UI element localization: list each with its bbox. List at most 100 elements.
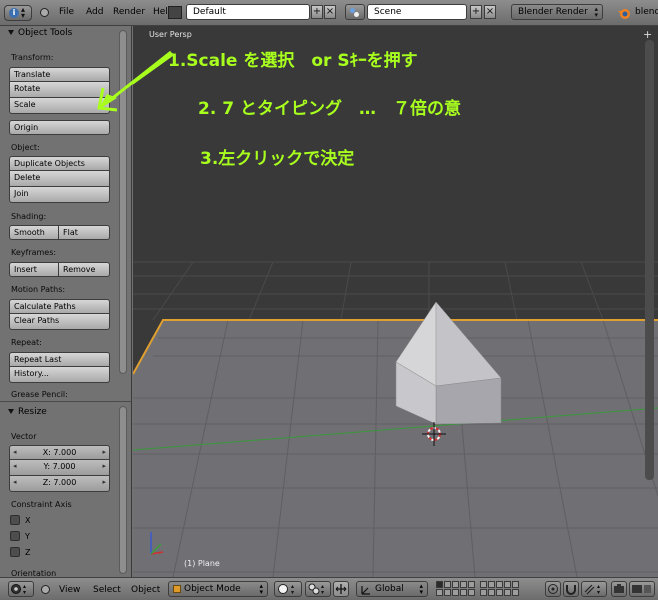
insert-keyframe-button[interactable]: Insert	[9, 262, 59, 277]
scale-x-value: X: 7.000	[42, 448, 77, 457]
render-button[interactable]	[611, 581, 627, 597]
constraint-y-label: Y	[25, 532, 30, 541]
remove-scene-button[interactable]: ×	[484, 5, 496, 19]
viewport-scroll-region	[645, 40, 654, 480]
object-tools-title: Object Tools	[18, 28, 73, 38]
manipulator-icon	[335, 584, 347, 594]
opengl-render-button[interactable]	[629, 581, 655, 597]
snap-increment-icon: ▴▾	[584, 583, 600, 596]
smooth-button[interactable]: Smooth	[9, 225, 59, 240]
chevron-updown-icon: ▴ ▾	[259, 582, 263, 596]
collapse-menus-button[interactable]	[41, 585, 50, 594]
blender-logo-icon	[618, 9, 630, 19]
interaction-mode-value: Object Mode	[184, 584, 241, 594]
transform-orientation-select[interactable]: Global ▴ ▾	[356, 581, 428, 597]
add-scene-button[interactable]: +	[470, 5, 482, 19]
editor-type-button[interactable]: ▴ ▾	[8, 581, 34, 597]
solid-shading-icon: ▴▾	[278, 583, 294, 596]
history-button[interactable]: History...	[9, 367, 110, 383]
add-screen-button[interactable]: +	[311, 5, 323, 19]
repeat-last-button[interactable]: Repeat Last	[9, 352, 110, 367]
snap-toggle-button[interactable]	[563, 581, 579, 597]
keyframes-label: Keyframes:	[11, 248, 57, 257]
active-object-label: (1) Plane	[184, 559, 220, 568]
annotation-step-3: 3.左クリックで決定	[200, 149, 355, 169]
object-tools-header[interactable]: Object Tools	[4, 28, 116, 42]
scene-value: Scene	[374, 7, 402, 17]
decrement-arrow-icon[interactable]: ◂	[13, 446, 17, 459]
svg-text:▾: ▾	[23, 589, 26, 596]
motion-paths-label: Motion Paths:	[11, 285, 66, 294]
flat-button[interactable]: Flat	[59, 225, 110, 240]
pivot-point-button[interactable]: ▴ ▾	[305, 581, 331, 597]
collapse-menus-button[interactable]	[40, 8, 49, 17]
menu-view[interactable]: View	[59, 585, 80, 595]
vector-label: Vector	[11, 432, 37, 441]
object-mode-icon	[173, 585, 181, 593]
decrement-arrow-icon[interactable]: ◂	[13, 460, 17, 473]
grid-floor	[133, 320, 658, 577]
svg-text:▾: ▾	[321, 589, 324, 596]
annotation-step-1: 1.Scale を選択 or Sｷｰを押す	[168, 51, 418, 71]
resize-panel-title: Resize	[18, 407, 47, 417]
render-engine-select[interactable]: Blender Render ▴ ▾	[511, 4, 603, 20]
svg-text:▾: ▾	[597, 589, 600, 596]
transform-orientation-value: Global	[375, 584, 404, 594]
shading-label: Shading:	[11, 212, 47, 221]
proportional-edit-button[interactable]	[545, 581, 561, 597]
increment-arrow-icon[interactable]: ▸	[102, 446, 106, 459]
decrement-arrow-icon[interactable]: ◂	[13, 476, 17, 489]
join-button[interactable]: Join	[9, 187, 110, 203]
disclosure-triangle-icon	[8, 29, 14, 35]
proportional-edit-icon	[548, 584, 558, 594]
manipulator-toggle-button[interactable]	[333, 581, 349, 597]
screen-layout-value: Default	[193, 7, 226, 17]
snap-element-button[interactable]: ▴ ▾	[581, 581, 607, 597]
resize-panel-header[interactable]: Resize	[4, 407, 116, 421]
resize-panel-scrollbar[interactable]	[119, 406, 127, 574]
remove-keyframe-button[interactable]: Remove	[59, 262, 110, 277]
constraint-z-label: Z	[25, 548, 31, 557]
chevron-updown-icon: ▴ ▾	[21, 5, 26, 20]
clear-paths-button[interactable]: Clear Paths	[9, 314, 110, 330]
render-engine-value: Blender Render	[518, 7, 588, 17]
origin-button[interactable]: Origin	[9, 120, 110, 135]
disclosure-triangle-icon	[8, 408, 14, 414]
constraint-z-checkbox[interactable]	[10, 547, 20, 557]
blend-file-label: blend	[635, 7, 658, 17]
increment-arrow-icon[interactable]: ▸	[102, 476, 106, 489]
3d-view-editor-icon: ▴▾	[11, 583, 26, 596]
menu-file[interactable]: File	[59, 7, 74, 17]
increment-arrow-icon[interactable]: ▸	[102, 460, 106, 473]
calculate-paths-button[interactable]: Calculate Paths	[9, 299, 110, 314]
screen-layout-field[interactable]: Default	[168, 4, 310, 20]
repeat-label: Repeat:	[11, 338, 42, 347]
chevron-updown-icon: ▴ ▾	[594, 5, 598, 19]
camera-icon	[614, 584, 624, 593]
scale-y-field[interactable]: ◂ Y: 7.000 ▸	[9, 460, 110, 476]
menu-object[interactable]: Object	[131, 585, 160, 595]
transform-label: Transform:	[11, 53, 54, 62]
scene-field[interactable]: Scene	[367, 4, 467, 20]
interaction-mode-select[interactable]: Object Mode ▴ ▾	[168, 581, 268, 597]
menu-select[interactable]: Select	[93, 585, 121, 595]
duplicate-objects-button[interactable]: Duplicate Objects	[9, 156, 110, 171]
menu-render[interactable]: Render	[113, 7, 145, 17]
constraint-x-checkbox[interactable]	[10, 515, 20, 525]
svg-text:▾: ▾	[291, 589, 294, 596]
delete-button[interactable]: Delete	[9, 171, 110, 187]
constraint-x-label: X	[25, 516, 31, 525]
scale-x-field[interactable]: ◂ X: 7.000 ▸	[9, 445, 110, 460]
remove-screen-button[interactable]: ×	[324, 5, 336, 19]
constraint-y-checkbox[interactable]	[10, 531, 20, 541]
scale-z-field[interactable]: ◂ Z: 7.000 ▸	[9, 476, 110, 492]
scene-browse-button[interactable]	[345, 4, 365, 20]
3d-view-header: ▴ ▾ View Select Object Object Mode ▴ ▾ ▴ ▾ …	[0, 577, 658, 600]
info-icon: i	[9, 8, 19, 18]
layer-buttons[interactable]	[436, 581, 542, 597]
constraint-axis-label: Constraint Axis	[11, 500, 72, 509]
view-name-label: User Persp	[149, 30, 192, 39]
editor-type-button[interactable]: i ▴ ▾	[4, 5, 32, 21]
menu-add[interactable]: Add	[86, 7, 103, 17]
viewport-shading-button[interactable]: ▴ ▾	[274, 581, 302, 597]
